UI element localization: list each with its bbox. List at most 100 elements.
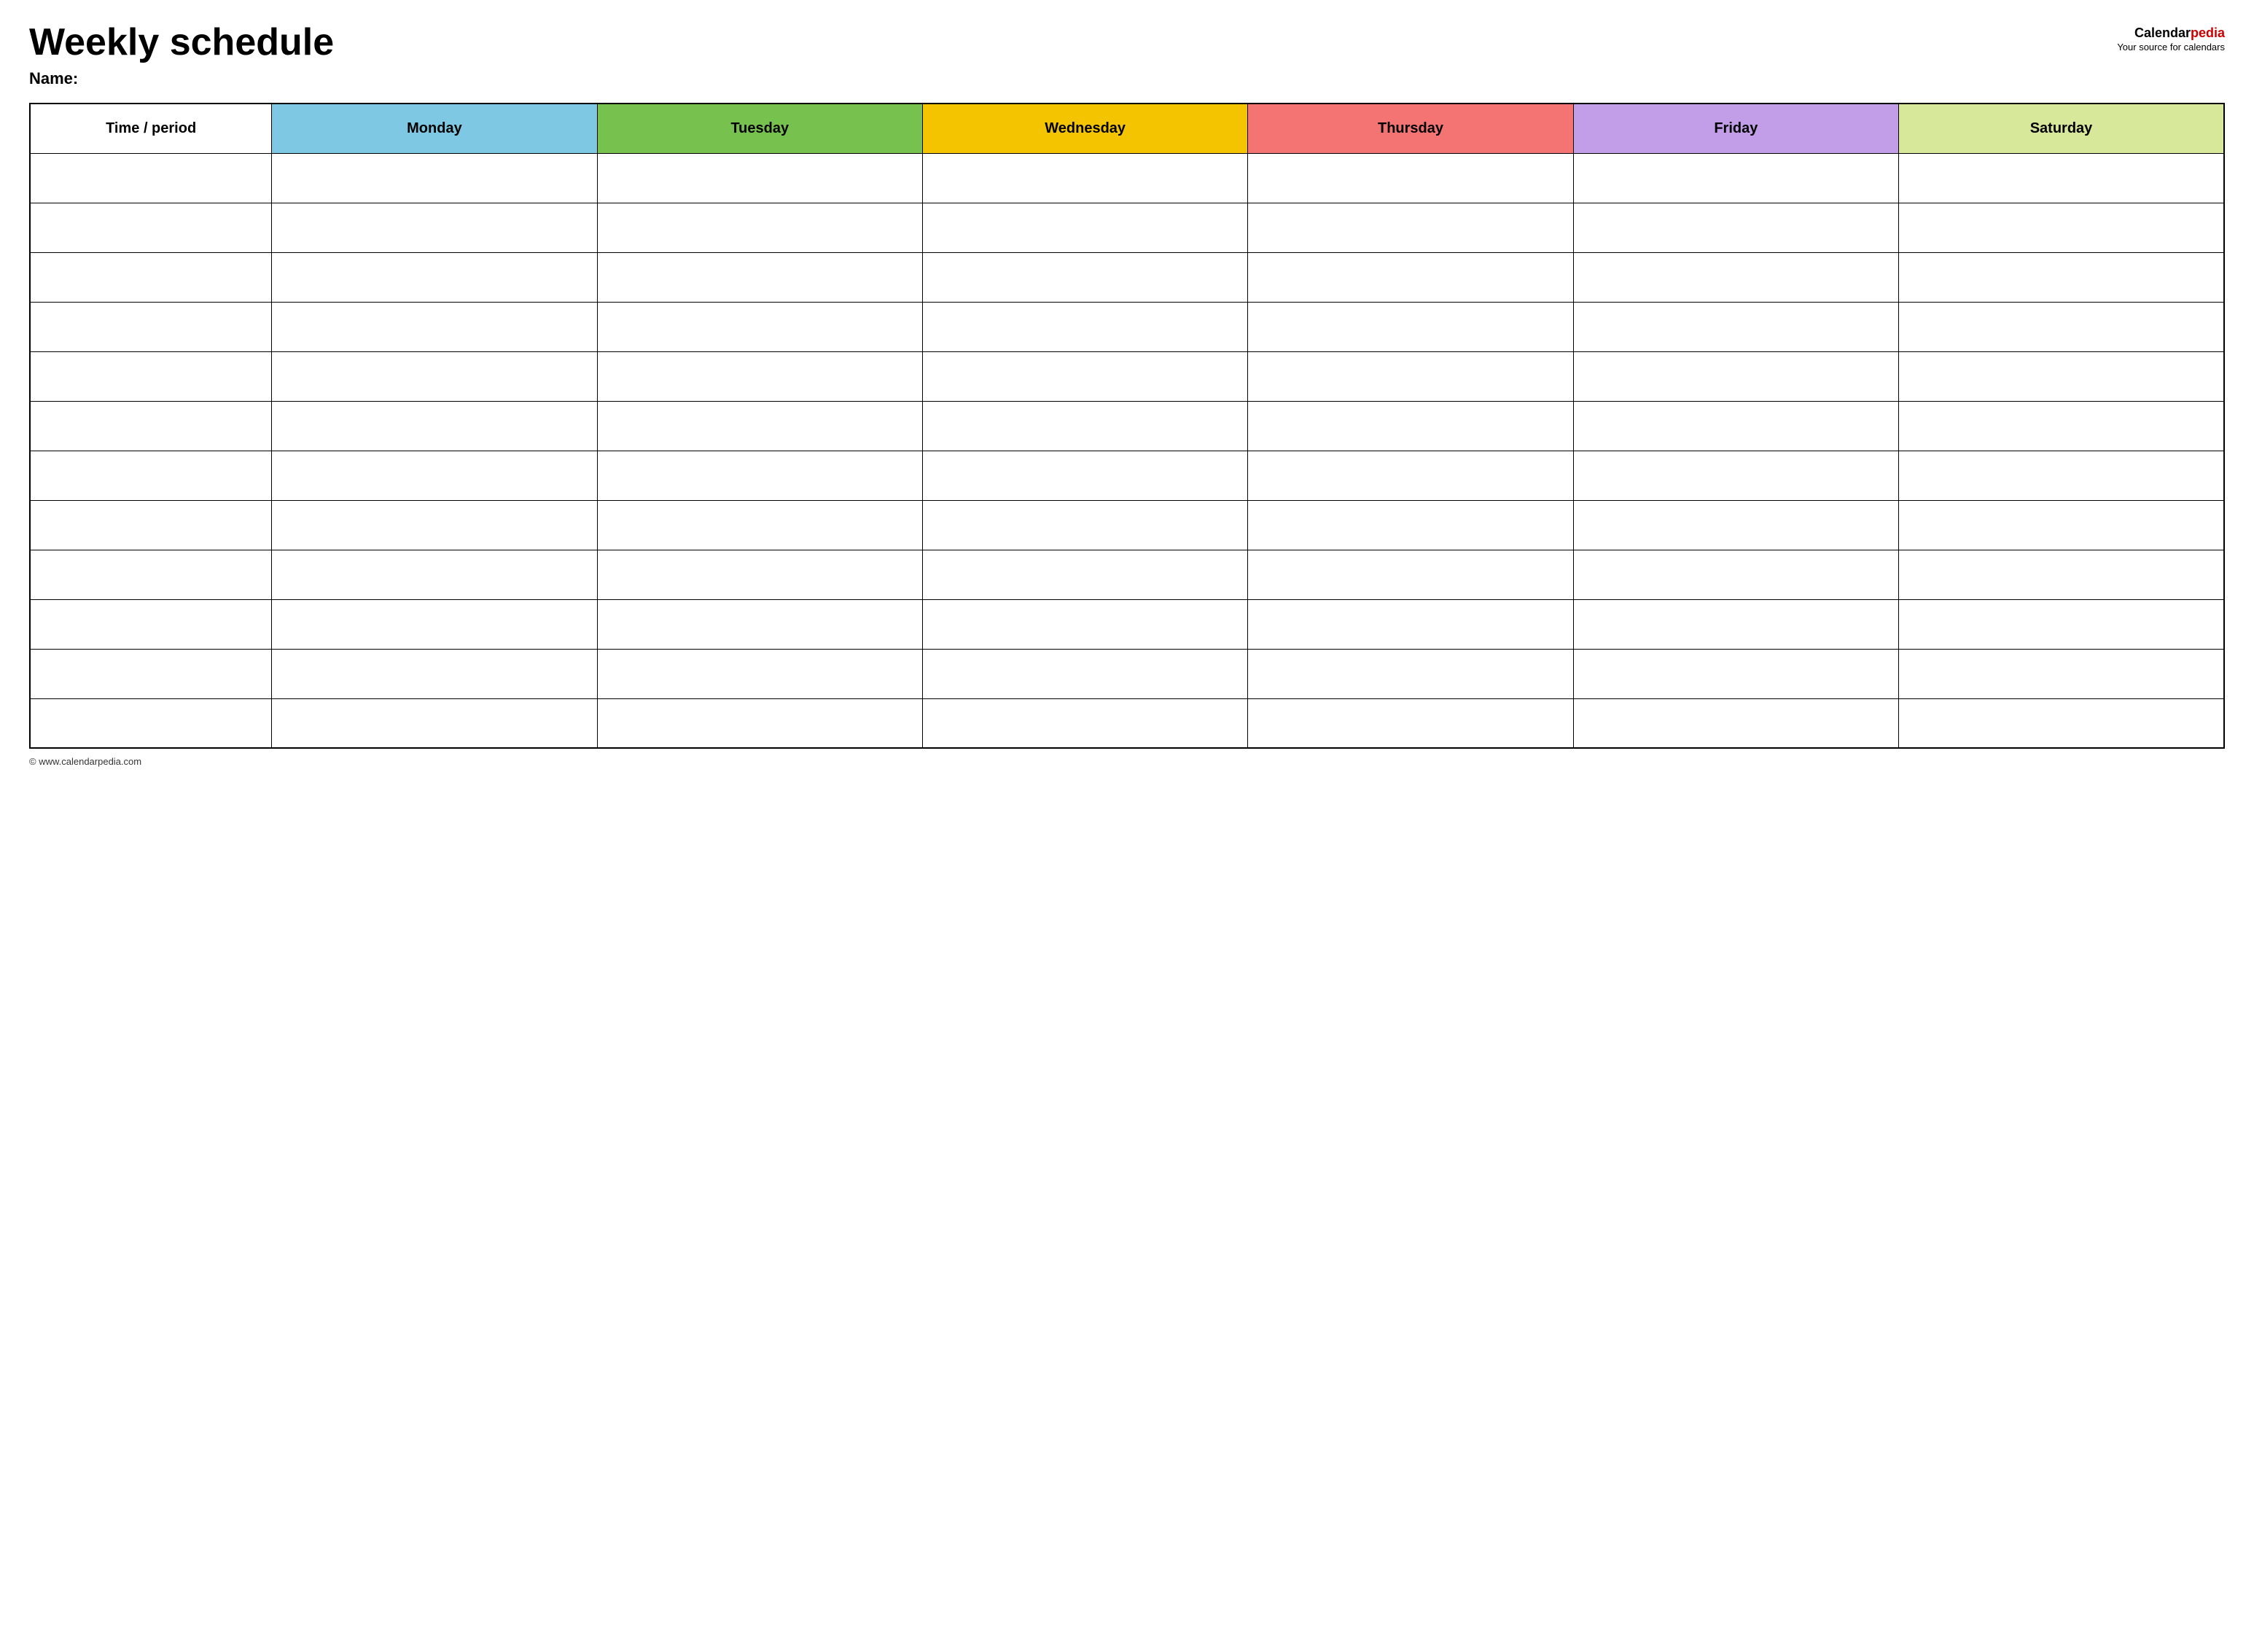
logo-text: Calendarpedia bbox=[2117, 25, 2225, 42]
schedule-cell[interactable] bbox=[272, 302, 597, 351]
time-cell[interactable] bbox=[30, 550, 272, 599]
schedule-cell[interactable] bbox=[272, 451, 597, 500]
schedule-cell[interactable] bbox=[1248, 649, 1573, 698]
schedule-cell[interactable] bbox=[922, 302, 1247, 351]
schedule-cell[interactable] bbox=[1573, 203, 1898, 252]
col-header-wednesday: Wednesday bbox=[922, 104, 1247, 153]
schedule-cell[interactable] bbox=[922, 649, 1247, 698]
time-cell[interactable] bbox=[30, 153, 272, 203]
time-cell[interactable] bbox=[30, 649, 272, 698]
schedule-cell[interactable] bbox=[272, 649, 597, 698]
schedule-cell[interactable] bbox=[1573, 302, 1898, 351]
schedule-cell[interactable] bbox=[272, 351, 597, 401]
time-cell[interactable] bbox=[30, 401, 272, 451]
schedule-cell[interactable] bbox=[1899, 451, 2224, 500]
table-row bbox=[30, 351, 2224, 401]
schedule-cell[interactable] bbox=[597, 550, 922, 599]
schedule-cell[interactable] bbox=[1899, 302, 2224, 351]
schedule-cell[interactable] bbox=[1573, 401, 1898, 451]
time-cell[interactable] bbox=[30, 252, 272, 302]
schedule-cell[interactable] bbox=[272, 698, 597, 748]
schedule-cell[interactable] bbox=[1573, 351, 1898, 401]
schedule-cell[interactable] bbox=[1248, 203, 1573, 252]
schedule-cell[interactable] bbox=[597, 500, 922, 550]
schedule-cell[interactable] bbox=[1899, 351, 2224, 401]
schedule-cell[interactable] bbox=[597, 599, 922, 649]
logo-pedia-text: pedia bbox=[2191, 26, 2225, 40]
schedule-cell[interactable] bbox=[1248, 153, 1573, 203]
schedule-cell[interactable] bbox=[597, 153, 922, 203]
schedule-cell[interactable] bbox=[1899, 401, 2224, 451]
schedule-cell[interactable] bbox=[597, 203, 922, 252]
schedule-cell[interactable] bbox=[1573, 550, 1898, 599]
col-header-saturday: Saturday bbox=[1899, 104, 2224, 153]
logo-calendar-text: Calendar bbox=[2134, 26, 2191, 40]
table-row bbox=[30, 698, 2224, 748]
table-row bbox=[30, 252, 2224, 302]
schedule-cell[interactable] bbox=[1248, 351, 1573, 401]
schedule-cell[interactable] bbox=[597, 649, 922, 698]
schedule-cell[interactable] bbox=[597, 451, 922, 500]
schedule-cell[interactable] bbox=[1899, 698, 2224, 748]
schedule-cell[interactable] bbox=[597, 302, 922, 351]
schedule-cell[interactable] bbox=[597, 351, 922, 401]
schedule-cell[interactable] bbox=[597, 252, 922, 302]
schedule-cell[interactable] bbox=[1573, 698, 1898, 748]
time-cell[interactable] bbox=[30, 451, 272, 500]
table-row bbox=[30, 203, 2224, 252]
schedule-cell[interactable] bbox=[1248, 599, 1573, 649]
schedule-cell[interactable] bbox=[597, 698, 922, 748]
schedule-cell[interactable] bbox=[1573, 451, 1898, 500]
schedule-cell[interactable] bbox=[1248, 550, 1573, 599]
schedule-cell[interactable] bbox=[1248, 302, 1573, 351]
schedule-cell[interactable] bbox=[1899, 203, 2224, 252]
schedule-cell[interactable] bbox=[922, 252, 1247, 302]
schedule-cell[interactable] bbox=[272, 203, 597, 252]
time-cell[interactable] bbox=[30, 351, 272, 401]
table-row bbox=[30, 401, 2224, 451]
schedule-cell[interactable] bbox=[272, 599, 597, 649]
logo-area: Calendarpedia Your source for calendars bbox=[2117, 25, 2225, 52]
schedule-cell[interactable] bbox=[1248, 252, 1573, 302]
schedule-cell[interactable] bbox=[272, 500, 597, 550]
schedule-cell[interactable] bbox=[272, 401, 597, 451]
schedule-cell[interactable] bbox=[1573, 153, 1898, 203]
schedule-cell[interactable] bbox=[922, 351, 1247, 401]
schedule-cell[interactable] bbox=[1248, 451, 1573, 500]
schedule-cell[interactable] bbox=[1899, 550, 2224, 599]
schedule-cell[interactable] bbox=[597, 401, 922, 451]
schedule-cell[interactable] bbox=[922, 451, 1247, 500]
schedule-cell[interactable] bbox=[1248, 698, 1573, 748]
table-row bbox=[30, 599, 2224, 649]
time-cell[interactable] bbox=[30, 302, 272, 351]
schedule-body bbox=[30, 153, 2224, 748]
table-header-row: Time / period Monday Tuesday Wednesday T… bbox=[30, 104, 2224, 153]
schedule-cell[interactable] bbox=[1573, 500, 1898, 550]
schedule-cell[interactable] bbox=[1248, 401, 1573, 451]
logo-subtitle: Your source for calendars bbox=[2117, 42, 2225, 52]
schedule-cell[interactable] bbox=[1899, 252, 2224, 302]
time-cell[interactable] bbox=[30, 203, 272, 252]
schedule-cell[interactable] bbox=[922, 153, 1247, 203]
schedule-cell[interactable] bbox=[1573, 649, 1898, 698]
schedule-cell[interactable] bbox=[1899, 153, 2224, 203]
schedule-cell[interactable] bbox=[1573, 599, 1898, 649]
schedule-cell[interactable] bbox=[272, 550, 597, 599]
schedule-cell[interactable] bbox=[1899, 500, 2224, 550]
schedule-cell[interactable] bbox=[922, 500, 1247, 550]
time-cell[interactable] bbox=[30, 599, 272, 649]
time-cell[interactable] bbox=[30, 500, 272, 550]
schedule-cell[interactable] bbox=[922, 550, 1247, 599]
schedule-cell[interactable] bbox=[922, 401, 1247, 451]
schedule-cell[interactable] bbox=[1248, 500, 1573, 550]
table-row bbox=[30, 649, 2224, 698]
time-cell[interactable] bbox=[30, 698, 272, 748]
schedule-cell[interactable] bbox=[1899, 649, 2224, 698]
schedule-cell[interactable] bbox=[922, 599, 1247, 649]
schedule-cell[interactable] bbox=[1573, 252, 1898, 302]
schedule-cell[interactable] bbox=[922, 698, 1247, 748]
schedule-cell[interactable] bbox=[272, 252, 597, 302]
schedule-cell[interactable] bbox=[1899, 599, 2224, 649]
schedule-cell[interactable] bbox=[922, 203, 1247, 252]
schedule-cell[interactable] bbox=[272, 153, 597, 203]
